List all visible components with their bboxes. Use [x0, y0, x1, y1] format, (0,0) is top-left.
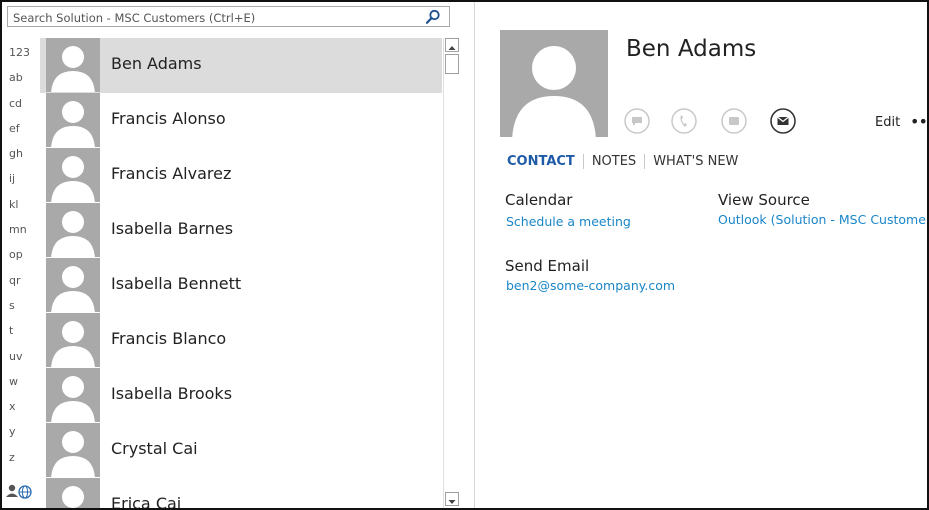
alpha-item[interactable]: mn — [5, 217, 33, 242]
alpha-item[interactable]: t — [5, 318, 33, 343]
view-source-link[interactable]: Outlook (Solution - MSC Custome... — [718, 212, 927, 227]
search-box[interactable] — [7, 6, 450, 28]
contact-name: Francis Alonso — [111, 109, 226, 128]
people-window: 123 ab cd ef gh ij kl mn op qr s t uv w … — [0, 0, 929, 510]
chat-icon[interactable] — [624, 108, 650, 134]
alpha-item[interactable]: ab — [5, 65, 33, 90]
contact-name: Ben Adams — [111, 54, 202, 73]
alpha-item[interactable]: 123 — [5, 40, 33, 65]
alpha-item[interactable]: gh — [5, 141, 33, 166]
alpha-item[interactable]: w — [5, 369, 33, 394]
edit-button[interactable]: Edit — [875, 115, 900, 130]
contact-photo — [500, 30, 608, 137]
contact-row[interactable]: Isabella Brooks — [40, 368, 442, 423]
avatar — [46, 38, 100, 92]
alpha-item[interactable]: kl — [5, 192, 33, 217]
contact-name: Erica Cai — [111, 494, 182, 508]
scroll-up-button[interactable] — [445, 38, 459, 52]
contact-name: Crystal Cai — [111, 439, 198, 458]
email-link[interactable]: ben2@some-company.com — [506, 278, 675, 293]
contact-name: Isabella Bennett — [111, 274, 242, 293]
contact-name: Isabella Barnes — [111, 219, 234, 238]
alphabet-index: 123 ab cd ef gh ij kl mn op qr s t uv w … — [5, 40, 33, 470]
alpha-item[interactable]: uv — [5, 344, 33, 369]
avatar — [46, 313, 100, 367]
alpha-item[interactable]: ij — [5, 166, 33, 191]
send-email-label: Send Email — [505, 257, 590, 275]
tab-notes[interactable]: NOTES — [582, 154, 644, 169]
alpha-item[interactable]: y — [5, 419, 33, 444]
view-source-label: View Source — [718, 191, 810, 209]
tab-contact[interactable]: CONTACT — [507, 154, 583, 169]
avatar — [46, 148, 100, 202]
contact-row[interactable]: Crystal Cai — [40, 423, 442, 478]
avatar — [46, 478, 100, 508]
contact-name: Isabella Brooks — [111, 384, 233, 403]
detail-tabs: CONTACT NOTES WHAT'S NEW — [507, 154, 746, 169]
scroll-thumb[interactable] — [445, 54, 459, 74]
avatar — [46, 258, 100, 312]
calendar-label: Calendar — [505, 191, 573, 209]
mail-icon[interactable] — [770, 108, 796, 134]
search-icon[interactable] — [425, 9, 441, 25]
contact-name: Francis Blanco — [111, 329, 227, 348]
contact-row[interactable]: Francis Alvarez — [40, 148, 442, 203]
contact-name: Francis Alvarez — [111, 164, 232, 183]
contact-title: Ben Adams — [626, 36, 757, 62]
contact-row[interactable]: Isabella Bennett — [40, 258, 442, 313]
people-globe-icon[interactable] — [5, 482, 35, 500]
tab-whats-new[interactable]: WHAT'S NEW — [644, 154, 746, 169]
alpha-item[interactable]: ef — [5, 116, 33, 141]
schedule-meeting-link[interactable]: Schedule a meeting — [506, 214, 631, 229]
contact-row[interactable]: Francis Blanco — [40, 313, 442, 368]
arrow-down-icon — [448, 500, 456, 504]
search-input[interactable] — [8, 8, 413, 28]
alpha-item[interactable]: x — [5, 394, 33, 419]
avatar — [46, 93, 100, 147]
pane-divider — [474, 2, 475, 508]
contact-row[interactable]: Francis Alonso — [40, 93, 442, 148]
contact-row[interactable]: Isabella Barnes — [40, 203, 442, 258]
avatar — [46, 203, 100, 257]
meeting-icon[interactable] — [721, 108, 747, 134]
alpha-item[interactable]: z — [5, 445, 33, 470]
avatar — [46, 368, 100, 422]
contact-row[interactable]: Erica Cai — [40, 478, 442, 508]
avatar — [46, 423, 100, 477]
contact-row[interactable]: Ben Adams — [40, 38, 442, 93]
more-options-button[interactable]: ••• — [910, 112, 927, 131]
arrow-up-icon — [448, 46, 456, 50]
alpha-item[interactable]: op — [5, 242, 33, 267]
contact-list: Ben Adams Francis Alonso Francis Alvarez… — [40, 38, 442, 508]
list-scrollbar[interactable] — [443, 38, 461, 508]
alpha-item[interactable]: cd — [5, 91, 33, 116]
phone-icon[interactable] — [671, 108, 697, 134]
scroll-down-button[interactable] — [445, 492, 459, 506]
alpha-item[interactable]: s — [5, 293, 33, 318]
alpha-item[interactable]: qr — [5, 268, 33, 293]
